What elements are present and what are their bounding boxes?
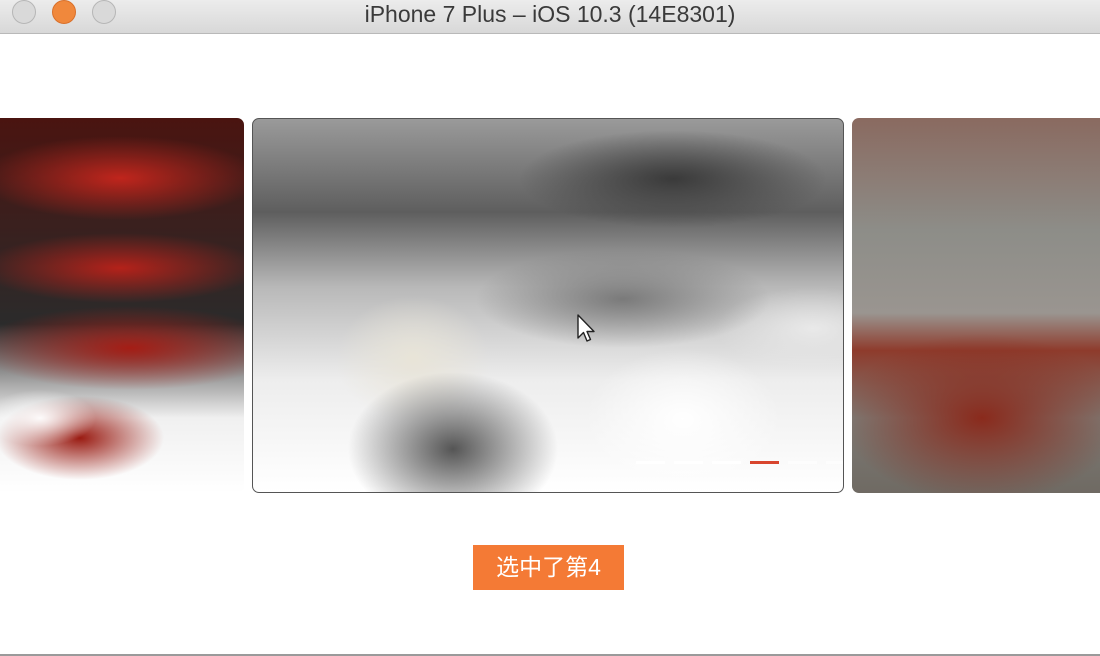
selected-index-label: 选中了第4	[473, 545, 624, 590]
title-bar: iPhone 7 Plus – iOS 10.3 (14E8301)	[0, 0, 1100, 34]
carousel-card-next[interactable]	[852, 118, 1100, 493]
mouse-pointer-icon	[577, 314, 595, 342]
simulator-window: iPhone 7 Plus – iOS 10.3 (14E8301) 选中了第4	[0, 0, 1100, 656]
page-indicator[interactable]	[636, 461, 843, 465]
page-indicator-dot[interactable]	[636, 461, 665, 464]
window-title: iPhone 7 Plus – iOS 10.3 (14E8301)	[364, 1, 736, 27]
page-indicator-dot[interactable]	[826, 461, 843, 464]
carousel-card-previous[interactable]	[0, 118, 244, 493]
page-indicator-dot[interactable]	[712, 461, 741, 464]
image-carousel[interactable]	[0, 118, 1100, 493]
page-indicator-dot[interactable]	[788, 461, 817, 464]
page-indicator-dot-active[interactable]	[750, 461, 779, 464]
carousel-card-current[interactable]	[252, 118, 844, 493]
page-indicator-dot[interactable]	[674, 461, 703, 464]
